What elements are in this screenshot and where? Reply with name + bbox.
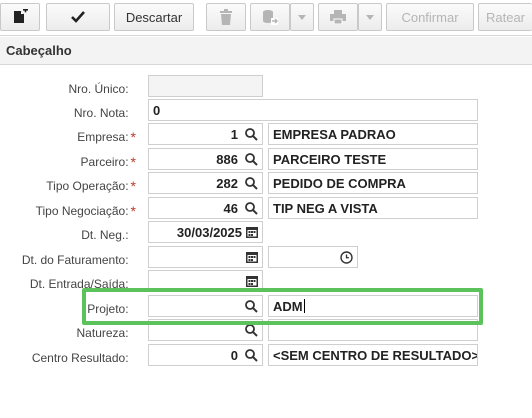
new-record-button[interactable] <box>0 3 40 31</box>
empresa-code-field[interactable]: 1 <box>148 123 263 145</box>
dt-neg-field[interactable]: 30/03/2025 <box>148 221 263 243</box>
hora-faturamento-field[interactable] <box>268 246 358 268</box>
print-dropdown-button[interactable] <box>358 3 382 31</box>
nro-nota-label: Nro. Nota:* <box>73 106 129 120</box>
section-header: Cabeçalho <box>0 37 532 65</box>
parceiro-label: Parceiro: * <box>80 154 136 170</box>
required-marker: * <box>130 154 136 170</box>
section-title: Cabeçalho <box>6 43 72 58</box>
centro-resultado-label: Centro Resultado:* <box>31 351 129 365</box>
export-button[interactable] <box>250 3 290 31</box>
nro-unico-field[interactable] <box>148 75 263 97</box>
calendar-icon[interactable] <box>246 275 258 287</box>
rateio-button[interactable]: Ratear <box>478 3 532 31</box>
highlight-box <box>82 288 483 325</box>
tipo-negociacao-label: Tipo Negociação: * <box>35 203 136 219</box>
nro-nota-field[interactable]: 0 <box>148 99 478 121</box>
calendar-icon[interactable] <box>246 251 258 263</box>
delete-button[interactable] <box>206 3 246 31</box>
centro-resultado-code-field[interactable]: 0 <box>148 344 263 366</box>
search-icon[interactable] <box>245 202 258 215</box>
print-button[interactable] <box>318 3 358 31</box>
dt-neg-label: Dt. Neg.:* <box>81 228 129 242</box>
centro-resultado-desc-field[interactable]: <SEM CENTRO DE RESULTADO> <box>268 344 478 366</box>
chevron-down-icon <box>298 14 306 20</box>
empresa-label: Empresa: * <box>77 129 136 145</box>
parceiro-desc-field[interactable]: PARCEIRO TESTE <box>268 148 478 170</box>
nro-unico-label: Nro. Único:* <box>68 82 129 96</box>
export-dropdown-button[interactable] <box>290 3 314 31</box>
tipo-operacao-code-field[interactable]: 282 <box>148 172 263 194</box>
calendar-icon[interactable] <box>246 226 258 238</box>
printer-icon <box>330 10 346 24</box>
toolbar: Descartar Confirmar Ratear <box>0 0 532 36</box>
chevron-down-icon <box>366 14 374 20</box>
required-marker: * <box>130 178 136 194</box>
save-button[interactable] <box>46 3 110 31</box>
empresa-desc-field[interactable]: EMPRESA PADRAO <box>268 123 478 145</box>
parceiro-code-field[interactable]: 886 <box>148 148 263 170</box>
tipo-operacao-label: Tipo Operação: * <box>46 178 136 194</box>
tipo-negociacao-code-field[interactable]: 46 <box>148 197 263 219</box>
dt-faturamento-field[interactable] <box>148 246 263 268</box>
discard-button[interactable]: Descartar <box>114 3 194 31</box>
dt-faturamento-label: Dt. do Faturamento:* <box>21 253 129 267</box>
search-icon[interactable] <box>245 153 258 166</box>
tipo-operacao-desc-field[interactable]: PEDIDO DE COMPRA <box>268 172 478 194</box>
search-icon[interactable] <box>245 177 258 190</box>
natureza-label: Natureza:* <box>76 326 129 340</box>
required-marker: * <box>130 203 136 219</box>
new-document-icon <box>14 9 28 23</box>
search-icon[interactable] <box>245 128 258 141</box>
search-icon[interactable] <box>245 324 258 337</box>
required-marker: * <box>130 129 136 145</box>
search-icon[interactable] <box>245 349 258 362</box>
tipo-negociacao-desc-field[interactable]: TIP NEG A VISTA <box>268 197 478 219</box>
check-icon <box>71 11 85 23</box>
trash-icon <box>220 9 232 25</box>
confirm-button[interactable]: Confirmar <box>386 3 474 31</box>
export-database-icon <box>263 10 278 25</box>
clock-icon[interactable] <box>340 251 353 264</box>
